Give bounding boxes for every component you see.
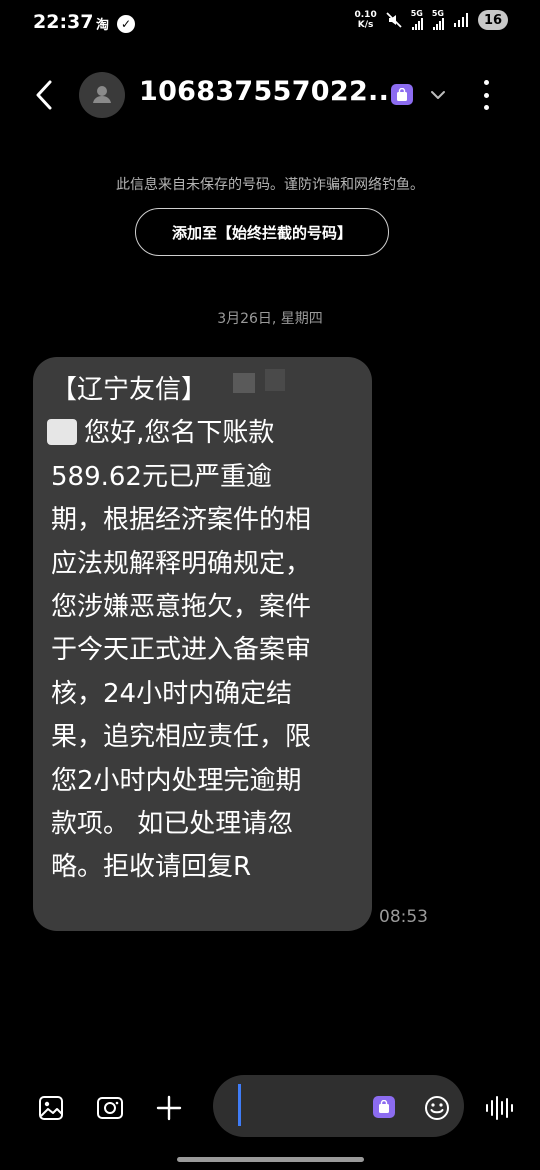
sim2-label: 5G — [431, 9, 444, 18]
message-text: 【辽宁友信】 您好,您名下账款 589.62元已严重逾 期，根据经济案件的相 应… — [51, 375, 312, 883]
status-left-icons: 淘 ✓ — [96, 14, 136, 33]
mute-icon — [386, 12, 402, 28]
home-indicator[interactable] — [177, 1157, 364, 1162]
contact-number[interactable]: 106837557022... — [139, 76, 400, 107]
voice-wave-icon[interactable] — [485, 1094, 515, 1122]
taobao-icon: 淘 — [96, 18, 110, 33]
network-speed-value: 0.10 — [354, 10, 377, 20]
message-time: 08:53 — [379, 907, 428, 927]
shopping-bag-badge-icon[interactable] — [391, 84, 413, 105]
status-time: 22:37 — [33, 11, 94, 33]
back-button[interactable] — [30, 78, 60, 112]
avatar[interactable] — [79, 72, 125, 118]
person-icon — [93, 86, 111, 103]
date-divider: 3月26日, 星期四 — [217, 311, 323, 327]
network-speed: 0.10 K/s — [355, 10, 377, 30]
shopping-bag-icon[interactable] — [373, 1096, 395, 1118]
gallery-icon[interactable] — [38, 1095, 64, 1121]
sim1-label: 5G — [410, 9, 423, 18]
sim1-signal-icon: 5G — [411, 10, 423, 30]
more-options-icon[interactable] — [478, 80, 494, 110]
sim2-signal-icon: 5G — [432, 10, 444, 30]
plus-icon[interactable] — [155, 1094, 183, 1122]
signal-bars-icon — [454, 13, 468, 27]
battery-indicator: 16 — [478, 10, 508, 30]
network-speed-unit: K/s — [357, 20, 374, 30]
text-cursor — [238, 1084, 241, 1126]
status-right-icons: 0.10 K/s 5G 5G 16 — [355, 10, 508, 30]
camera-icon[interactable] — [96, 1095, 124, 1121]
unsaved-number-notice: 此信息来自未保存的号码。谨防诈骗和网络钓鱼。 — [116, 177, 424, 193]
emoji-icon[interactable] — [424, 1095, 450, 1121]
chevron-down-icon[interactable] — [428, 86, 448, 104]
checkmark-app-icon: ✓ — [117, 14, 136, 33]
add-to-block-list-button[interactable]: 添加至【始终拦截的号码】 — [135, 208, 389, 256]
